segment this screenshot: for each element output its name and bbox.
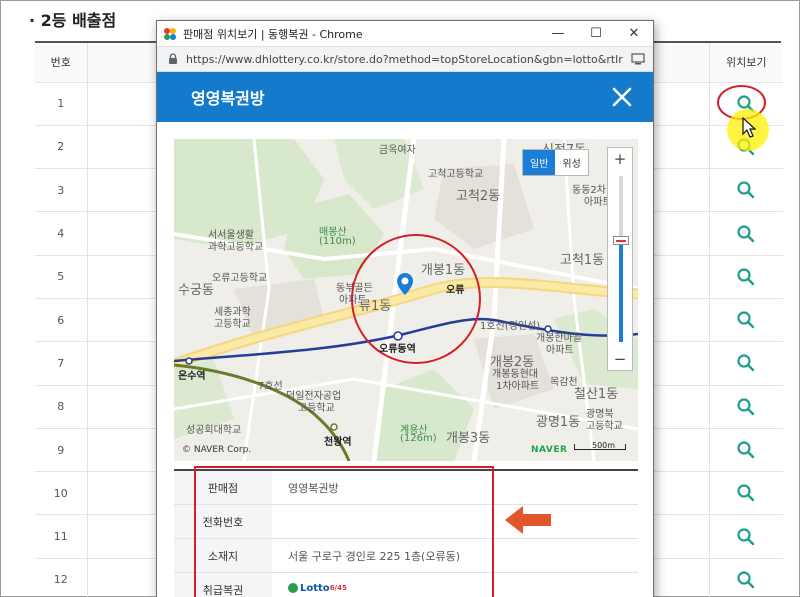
row-number: 8 — [35, 385, 88, 429]
search-icon[interactable] — [736, 268, 756, 286]
row-number: 9 — [35, 428, 88, 473]
minimize-button[interactable]: — — [539, 21, 577, 46]
window-titlebar[interactable]: 판매점 위치보기 | 동행복권 - Chrome — ☐ ✕ — [157, 21, 653, 46]
search-icon[interactable] — [736, 441, 756, 459]
map-label: 과학고등학교 — [208, 242, 264, 253]
row-map-cell — [708, 471, 783, 516]
map-type-satellite[interactable]: 위성 — [555, 150, 588, 175]
map-label: 류1동 — [359, 299, 392, 314]
search-icon[interactable] — [736, 224, 756, 242]
map-label: 고등학교 — [298, 403, 335, 414]
map-label: 금옥여자 — [379, 145, 416, 156]
map-copyright: © NAVER Corp. — [182, 445, 252, 455]
row-map-cell — [708, 211, 783, 256]
row-number: 1 — [35, 82, 88, 126]
map-scale-label: 500m — [592, 441, 616, 450]
map-label: 고척2동 — [456, 189, 501, 204]
zoom-level-fill — [619, 242, 623, 342]
column-header-no: 번호 — [35, 43, 88, 83]
map-label: (110m) — [319, 236, 356, 247]
map-label: 천왕역 — [324, 437, 352, 448]
window-title: 판매점 위치보기 | 동행복권 - Chrome — [183, 27, 363, 41]
row-map-cell — [708, 341, 783, 386]
row-number: 12 — [35, 558, 88, 597]
map-label: 7호선 — [258, 381, 283, 392]
map-label: 고등학교 — [214, 319, 251, 330]
row-number: 3 — [35, 168, 88, 213]
row-map-cell — [708, 558, 783, 597]
row-number: 11 — [35, 514, 88, 559]
store-name-title: 영영복권방 — [191, 89, 265, 108]
zoom-slider-handle[interactable] — [613, 236, 629, 245]
map-label: 고척1동 — [560, 253, 605, 268]
map-label: 목감천 — [550, 377, 578, 388]
column-header-map: 위치보기 — [708, 43, 783, 83]
row-number: 7 — [35, 341, 88, 386]
close-icon[interactable] — [611, 86, 633, 108]
map-label: 온수역 — [178, 371, 206, 382]
row-map-cell — [708, 168, 783, 213]
search-icon[interactable] — [736, 528, 756, 545]
row-number: 5 — [35, 255, 88, 299]
map-label: (126m) — [400, 433, 437, 444]
map-label: 개봉1동 — [421, 263, 466, 278]
row-map-cell — [708, 298, 783, 343]
zoom-control: + − — [607, 147, 633, 371]
map-label: 1호선(경인선) — [480, 321, 541, 332]
cast-icon[interactable] — [631, 53, 645, 65]
row-number: 4 — [35, 211, 88, 256]
window-close-button[interactable]: ✕ — [615, 21, 653, 46]
zoom-out-button[interactable]: − — [608, 348, 632, 370]
store-map[interactable]: 금옥여자 고척고등학교 고척2동 매봉산 (110m) 서서울생활 과학고등학교… — [174, 139, 638, 461]
map-label: 오류고등학교 — [212, 273, 268, 284]
mouse-cursor-icon — [742, 117, 757, 138]
search-icon[interactable] — [736, 484, 756, 502]
row-map-cell — [708, 428, 783, 473]
row-map-cell — [708, 255, 783, 299]
map-label: 오류동역 — [379, 344, 416, 355]
row-number: 6 — [35, 298, 88, 343]
map-label: 오류 — [446, 285, 465, 296]
map-label: 고등학교 — [586, 421, 623, 432]
favicon-icon — [164, 27, 176, 40]
search-icon[interactable] — [736, 311, 756, 329]
search-icon[interactable] — [736, 181, 756, 199]
map-label: 성공회대학교 — [186, 425, 242, 436]
naver-logo[interactable]: NAVER — [531, 445, 567, 455]
search-icon[interactable] — [736, 571, 756, 589]
map-label: 철산1동 — [574, 387, 619, 402]
search-icon[interactable] — [736, 398, 756, 415]
map-label: 고척고등학교 — [428, 169, 484, 180]
lock-icon — [169, 53, 177, 64]
row-number: 2 — [35, 125, 88, 170]
map-label: 1차아파트 — [496, 381, 540, 392]
map-label: 광명1동 — [536, 415, 581, 430]
row-number: 10 — [35, 471, 88, 516]
info-highlight-box — [194, 466, 494, 597]
row-map-cell — [708, 514, 783, 559]
arrow-left-icon — [505, 506, 551, 534]
map-label: 개봉3동 — [446, 431, 491, 446]
row-map-cell — [708, 385, 783, 429]
url-text[interactable]: https://www.dhlottery.co.kr/store.do?met… — [186, 53, 623, 66]
maximize-button[interactable]: ☐ — [577, 21, 615, 46]
modal-header: 영영복권방 — [157, 72, 653, 122]
map-label: 아파트 — [546, 345, 574, 356]
map-label: 수궁동 — [178, 283, 214, 298]
zoom-in-button[interactable]: + — [608, 148, 632, 170]
section-title: · 2등 배출점 — [29, 11, 117, 30]
map-type-toggle: 일반 위성 — [522, 149, 589, 176]
store-location-pin-icon[interactable] — [396, 272, 414, 296]
address-bar[interactable]: https://www.dhlottery.co.kr/store.do?met… — [157, 46, 653, 72]
map-type-normal[interactable]: 일반 — [523, 150, 556, 175]
search-icon[interactable] — [736, 354, 756, 372]
